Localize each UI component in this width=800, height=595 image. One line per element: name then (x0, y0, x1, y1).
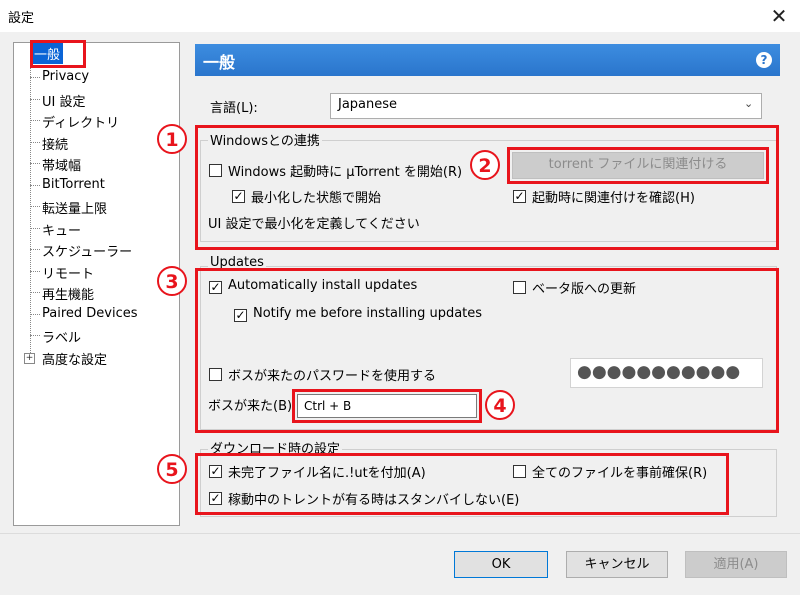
annotation-number-1: 1 (157, 124, 187, 154)
boss-key-label: ボスが来た(B): (208, 399, 297, 414)
minimize-note: UI 設定で最小化を定義してください (208, 217, 420, 232)
tree-connector (30, 292, 40, 293)
tree-item-queue[interactable]: キュー (42, 220, 81, 239)
footer-divider (0, 533, 800, 534)
tree-item-bandwidth[interactable]: 帯域幅 (42, 155, 81, 174)
annotation-number-4: 4 (485, 390, 515, 420)
tree-item-privacy[interactable]: Privacy (42, 69, 89, 84)
close-icon[interactable]: ✕ (762, 2, 796, 30)
boss-password-checkbox[interactable] (209, 368, 222, 381)
boss-password-label: ボスが来たのパスワードを使用する (228, 369, 437, 384)
annotation-number-5: 5 (157, 454, 187, 484)
tree-item-transfer-cap[interactable]: 転送量上限 (42, 198, 107, 217)
tree-connector (30, 163, 40, 164)
tree-item-connection[interactable]: 接続 (42, 134, 68, 153)
no-standby-label: 稼動中のトレントが有る時はスタンバイしない(E) (228, 493, 520, 508)
page-title: 一般 (203, 53, 236, 72)
notify-before-install-checkbox[interactable]: ✓ (234, 309, 247, 322)
tree-item-ui-settings[interactable]: UI 設定 (42, 91, 85, 110)
tree-connector (30, 228, 40, 229)
language-label: 言語(L): (210, 101, 258, 116)
tree-connector (30, 57, 31, 357)
start-minimized-label: 最小化した状態で開始 (251, 191, 382, 206)
password-field[interactable]: ●●●●●●●●●●● (570, 358, 763, 388)
start-on-boot-checkbox[interactable] (209, 164, 222, 177)
tree-item-remote[interactable]: リモート (42, 263, 94, 282)
annotation-box-2 (507, 147, 769, 184)
tree-item-advanced[interactable]: 高度な設定 (42, 349, 107, 368)
annotation-number-3: 3 (157, 266, 187, 296)
tree-item-playback[interactable]: 再生機能 (42, 284, 94, 303)
start-minimized-checkbox[interactable]: ✓ (232, 190, 245, 203)
section-header (195, 44, 780, 76)
auto-install-checkbox[interactable]: ✓ (209, 281, 222, 294)
append-ut-checkbox[interactable]: ✓ (209, 465, 222, 478)
beta-updates-label: ベータ版への更新 (532, 282, 637, 297)
tree-connector (30, 335, 40, 336)
tree-connector (30, 99, 40, 100)
prealloc-label: 全てのファイルを事前確保(R) (532, 466, 708, 481)
annotation-box-4 (292, 389, 482, 423)
tree-connector (30, 314, 40, 315)
check-association-checkbox[interactable]: ✓ (513, 190, 526, 203)
annotation-highlight (30, 40, 86, 68)
tree-item-labels[interactable]: ラベル (42, 327, 81, 346)
tree-connector (30, 77, 40, 78)
tree-item-directories[interactable]: ディレクトリ (42, 112, 119, 131)
check-association-label: 起動時に関連付けを確認(H) (532, 191, 695, 206)
apply-button[interactable]: 適用(A) (685, 551, 787, 578)
tree-connector (30, 120, 40, 121)
append-ut-label: 未完了ファイル名に.!utを付加(A) (228, 466, 426, 481)
window-title: 設定 (8, 11, 35, 26)
cancel-button[interactable]: キャンセル (566, 551, 668, 578)
settings-tree[interactable]: 一般 Privacy UI 設定 ディレクトリ 接続 帯域幅 BitTorren… (13, 42, 180, 526)
tree-connector (30, 185, 40, 186)
tree-item-scheduler[interactable]: スケジューラー (42, 241, 132, 260)
no-standby-checkbox[interactable]: ✓ (209, 492, 222, 505)
annotation-number-2: 2 (470, 150, 500, 180)
tree-item-paired-devices[interactable]: Paired Devices (42, 306, 138, 321)
tree-expand-icon[interactable]: + (24, 353, 35, 364)
tree-connector (30, 249, 40, 250)
auto-install-label: Automatically install updates (228, 278, 418, 293)
tree-connector (30, 142, 40, 143)
chevron-down-icon: ⌄ (744, 97, 754, 110)
start-on-boot-label: Windows 起動時に µTorrent を開始(R) (228, 165, 463, 180)
language-value: Japanese (338, 97, 398, 112)
tree-item-bittorrent[interactable]: BitTorrent (42, 177, 105, 192)
title-bar (0, 0, 800, 32)
beta-updates-checkbox[interactable] (513, 281, 526, 294)
help-icon[interactable]: ? (756, 52, 772, 68)
tree-connector (30, 206, 40, 207)
ok-button[interactable]: OK (454, 551, 548, 578)
prealloc-checkbox[interactable] (513, 465, 526, 478)
notify-before-install-label: Notify me before installing updates (253, 306, 483, 321)
tree-connector (30, 271, 40, 272)
